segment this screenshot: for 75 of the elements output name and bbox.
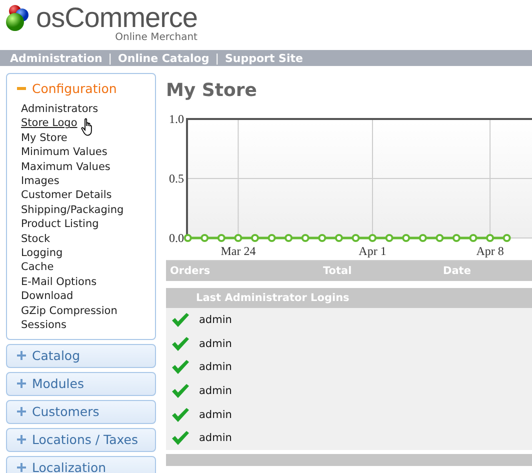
data-point [436,234,444,242]
menu-item[interactable]: Stock [21,232,50,246]
menu-group-title: Locations / Taxes [32,432,138,447]
nav-separator: | [215,52,219,64]
plus-icon [17,379,26,388]
data-point [352,234,360,242]
column-header: Orders [170,265,212,277]
data-point [452,234,460,242]
x-tick-label: Apr 1 [358,244,386,258]
x-tick-label: Mar 24 [220,244,256,258]
menu-item[interactable]: E-Mail Options [21,274,97,290]
menu-group-title: Modules [32,376,84,391]
tagline: Online Merchant [115,32,198,43]
y-tick-label: 0.0 [169,231,184,245]
minus-icon [17,86,26,90]
menu-item[interactable]: My Store [21,130,68,146]
data-point [301,234,310,242]
data-point [469,234,478,242]
plus-icon [17,435,26,444]
column-header: Date [443,265,472,277]
data-point [234,234,242,242]
hand-cursor-icon [81,118,95,136]
menu-item[interactable]: Maximum Values [21,160,110,174]
data-point [402,234,410,242]
data-point [486,234,494,242]
menu-group-header[interactable]: Localization [7,456,155,473]
menu-group-title: Localization [32,460,106,473]
menu-item[interactable]: Shipping/Packaging [21,202,124,218]
table-cell: admin [199,314,232,326]
plus-icon [17,351,26,360]
data-point [284,234,293,242]
plus-icon [17,463,26,472]
table-cell: admin [199,408,232,421]
menu-item[interactable]: Logging [21,246,63,260]
menu-item[interactable]: Images [21,174,60,188]
table-cell: admin [199,338,232,350]
menu-item[interactable]: Sessions [21,318,67,332]
menu-item[interactable]: Store Logo [21,116,78,131]
menu-group-header[interactable]: Locations / Taxes [7,428,155,450]
data-point [318,234,326,242]
data-point [418,234,427,242]
table-cell: admin [199,361,232,374]
menu-item[interactable]: Customer Details [21,188,112,203]
menu-item[interactable]: Minimum Values [21,145,108,160]
menu-item[interactable]: Administrators [21,102,98,116]
y-tick-label: 1.0 [169,112,184,126]
data-point [184,234,192,242]
plus-icon [17,407,26,416]
table-cell: admin [199,432,232,444]
nav-separator: | [108,52,112,64]
y-tick-label: 0.5 [169,172,184,186]
data-point [217,234,226,242]
data-point [251,234,259,242]
data-point [200,234,209,242]
data-point [502,234,511,242]
logo-text: osCommerce [36,2,198,33]
menu-group-header[interactable]: Catalog [7,344,155,366]
menu-item[interactable]: Cache [21,260,54,275]
data-point [385,234,394,242]
table-cell: admin [199,384,232,397]
menu-item[interactable]: Download [21,289,74,304]
panel-title: Last Administrator Logins [196,292,350,304]
menu-group-header[interactable]: Modules [7,372,155,394]
menu-group-title: Customers [32,404,100,419]
menu-group-title: Configuration [32,80,117,96]
column-header: Total [323,265,353,277]
data-point [268,234,276,242]
data-point [334,234,343,242]
menu-item[interactable]: Product Listing [21,217,99,232]
menu-group-title: Catalog [32,348,80,363]
menu-item[interactable]: GZip Compression [21,304,118,318]
data-point [368,234,376,242]
page-title: My Store [166,79,258,103]
menu-group-header[interactable]: Customers [7,400,155,422]
x-tick-label: Apr 8 [476,244,504,258]
